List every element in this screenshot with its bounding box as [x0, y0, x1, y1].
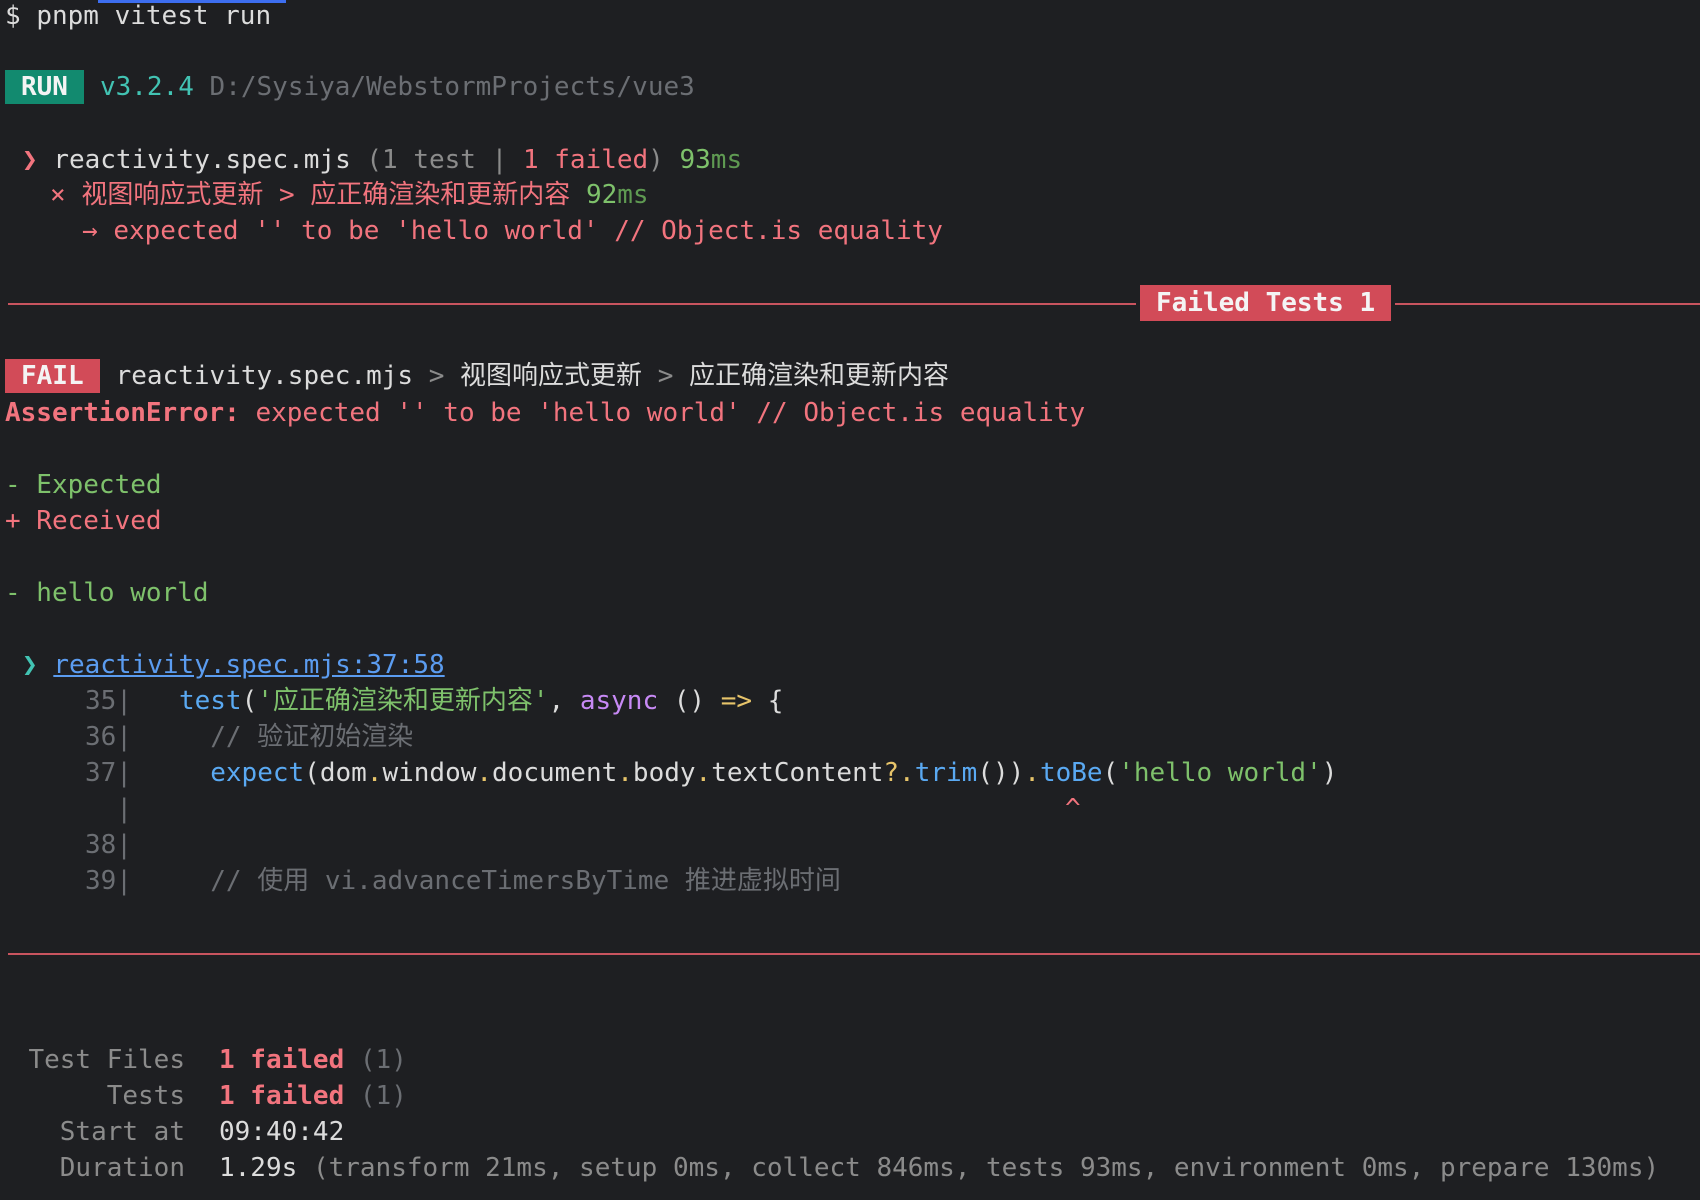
- path-separator: >: [428, 361, 445, 391]
- code-comment: // 使用 vi.advanceTimersByTime 推进虚拟时间: [210, 866, 841, 896]
- path-separator: >: [278, 180, 295, 210]
- vitest-version: v3.2.4: [99, 72, 194, 102]
- path-separator: >: [657, 361, 674, 391]
- failed-tests-separator: [8, 303, 1700, 305]
- duration-breakdown: (transform 21ms, setup 0ms, collect 846m…: [312, 1153, 1660, 1183]
- files-failed: 1 failed: [219, 1045, 345, 1075]
- run-header: RUN v3.2.4 D:/Sysiya/WebstormProjects/vue…: [5, 69, 695, 105]
- summary-start: Start at 09:40:42: [5, 1114, 344, 1150]
- diff-line: - hello world: [5, 578, 209, 608]
- fail-badge: FAIL: [5, 359, 100, 393]
- assertion-error: AssertionError: expected '' to be 'hello…: [5, 395, 1085, 431]
- failure-text: expected '' to be 'hello world' // Objec…: [113, 216, 943, 246]
- line-number: 37|: [85, 758, 132, 788]
- code-line-38: 38|: [85, 827, 132, 863]
- tests-failed: 1 failed: [219, 1081, 345, 1111]
- line-number: 39|: [85, 866, 132, 896]
- file-summary: ❯ reactivity.spec.mjs (1 test | 1 failed…: [22, 142, 742, 178]
- close-paren: ): [648, 145, 664, 175]
- summary-label: Test Files: [28, 1045, 185, 1075]
- line-number: 35|: [85, 686, 132, 716]
- gutter-bar: |: [116, 794, 132, 824]
- error-location: ❯ reactivity.spec.mjs:37:58: [22, 647, 445, 683]
- error-caret: ^: [1065, 794, 1081, 824]
- code-comment: // 验证初始渲染: [210, 722, 414, 752]
- summary-duration: Duration 1.29s (transform 21ms, setup 0ms…: [5, 1150, 1659, 1186]
- fail-header: FAIL reactivity.spec.mjs > 视图响应式更新 > 应正确渲…: [5, 358, 949, 394]
- arrow-right-icon: →: [82, 216, 98, 246]
- test-count: (1 test |: [366, 145, 508, 175]
- error-type: AssertionError:: [5, 398, 240, 428]
- source-location-link[interactable]: reactivity.spec.mjs:37:58: [53, 650, 444, 680]
- summary-tests: Tests 1 failed (1): [5, 1078, 407, 1114]
- fail-cross-icon: ×: [50, 180, 66, 210]
- spec-file-name: reactivity.spec.mjs: [53, 145, 351, 175]
- files-total: (1): [359, 1045, 407, 1075]
- line-number: 38|: [85, 830, 132, 860]
- start-time: 09:40:42: [219, 1117, 345, 1147]
- code-line-35: 35| test('应正确渲染和更新内容', async () => {: [85, 686, 784, 716]
- tests-total: (1): [359, 1081, 407, 1111]
- project-path: D:/Sysiya/WebstormProjects/vue3: [209, 72, 695, 102]
- failed-count: 1 failed: [522, 145, 649, 175]
- summary-test-files: Test Files 1 failed (1): [5, 1042, 407, 1078]
- failed-tests-banner: Failed Tests 1: [1140, 285, 1392, 321]
- line-number: 36|: [85, 722, 132, 752]
- run-badge: RUN: [5, 70, 84, 104]
- test-duration: 92ms: [585, 180, 649, 210]
- fail-suite-name: 视图响应式更新: [460, 361, 643, 391]
- duration-total: 1.29s: [219, 1153, 298, 1183]
- error-message: expected '' to be 'hello world' // Objec…: [255, 398, 1086, 428]
- code-line-39: 39| // 使用 vi.advanceTimersByTime 推进虚拟时间: [85, 863, 841, 899]
- prompt-symbol: $: [5, 1, 21, 31]
- diff-received-legend: + Received: [5, 506, 162, 536]
- fail-test-name: 应正确渲染和更新内容: [689, 361, 950, 391]
- command-line: $ pnpm vitest run: [5, 0, 271, 34]
- failed-test-case: × 视图响应式更新 > 应正确渲染和更新内容 92ms: [50, 177, 649, 213]
- summary-label: Duration: [59, 1153, 185, 1183]
- file-duration: 93ms: [679, 145, 743, 175]
- collapse-chevron-icon[interactable]: ❯: [22, 145, 38, 175]
- command-text: pnpm vitest run: [36, 1, 272, 31]
- summary-label: Start at: [59, 1117, 185, 1147]
- fail-file-name: reactivity.spec.mjs: [115, 361, 414, 391]
- code-line-37: 37| expect(dom.window.document.body.text…: [85, 758, 1338, 788]
- test-name: 应正确渲染和更新内容: [310, 180, 571, 210]
- code-caret-line: | ^: [85, 791, 1080, 827]
- suite-name: 视图响应式更新: [81, 180, 264, 210]
- location-chevron-icon: ❯: [22, 650, 38, 680]
- diff-expected-legend: - Expected: [5, 470, 162, 500]
- summary-label: Tests: [106, 1081, 185, 1111]
- end-separator: [8, 953, 1700, 955]
- failure-message: → expected '' to be 'hello world' // Obj…: [82, 213, 943, 249]
- code-line-36: 36| // 验证初始渲染: [85, 719, 413, 755]
